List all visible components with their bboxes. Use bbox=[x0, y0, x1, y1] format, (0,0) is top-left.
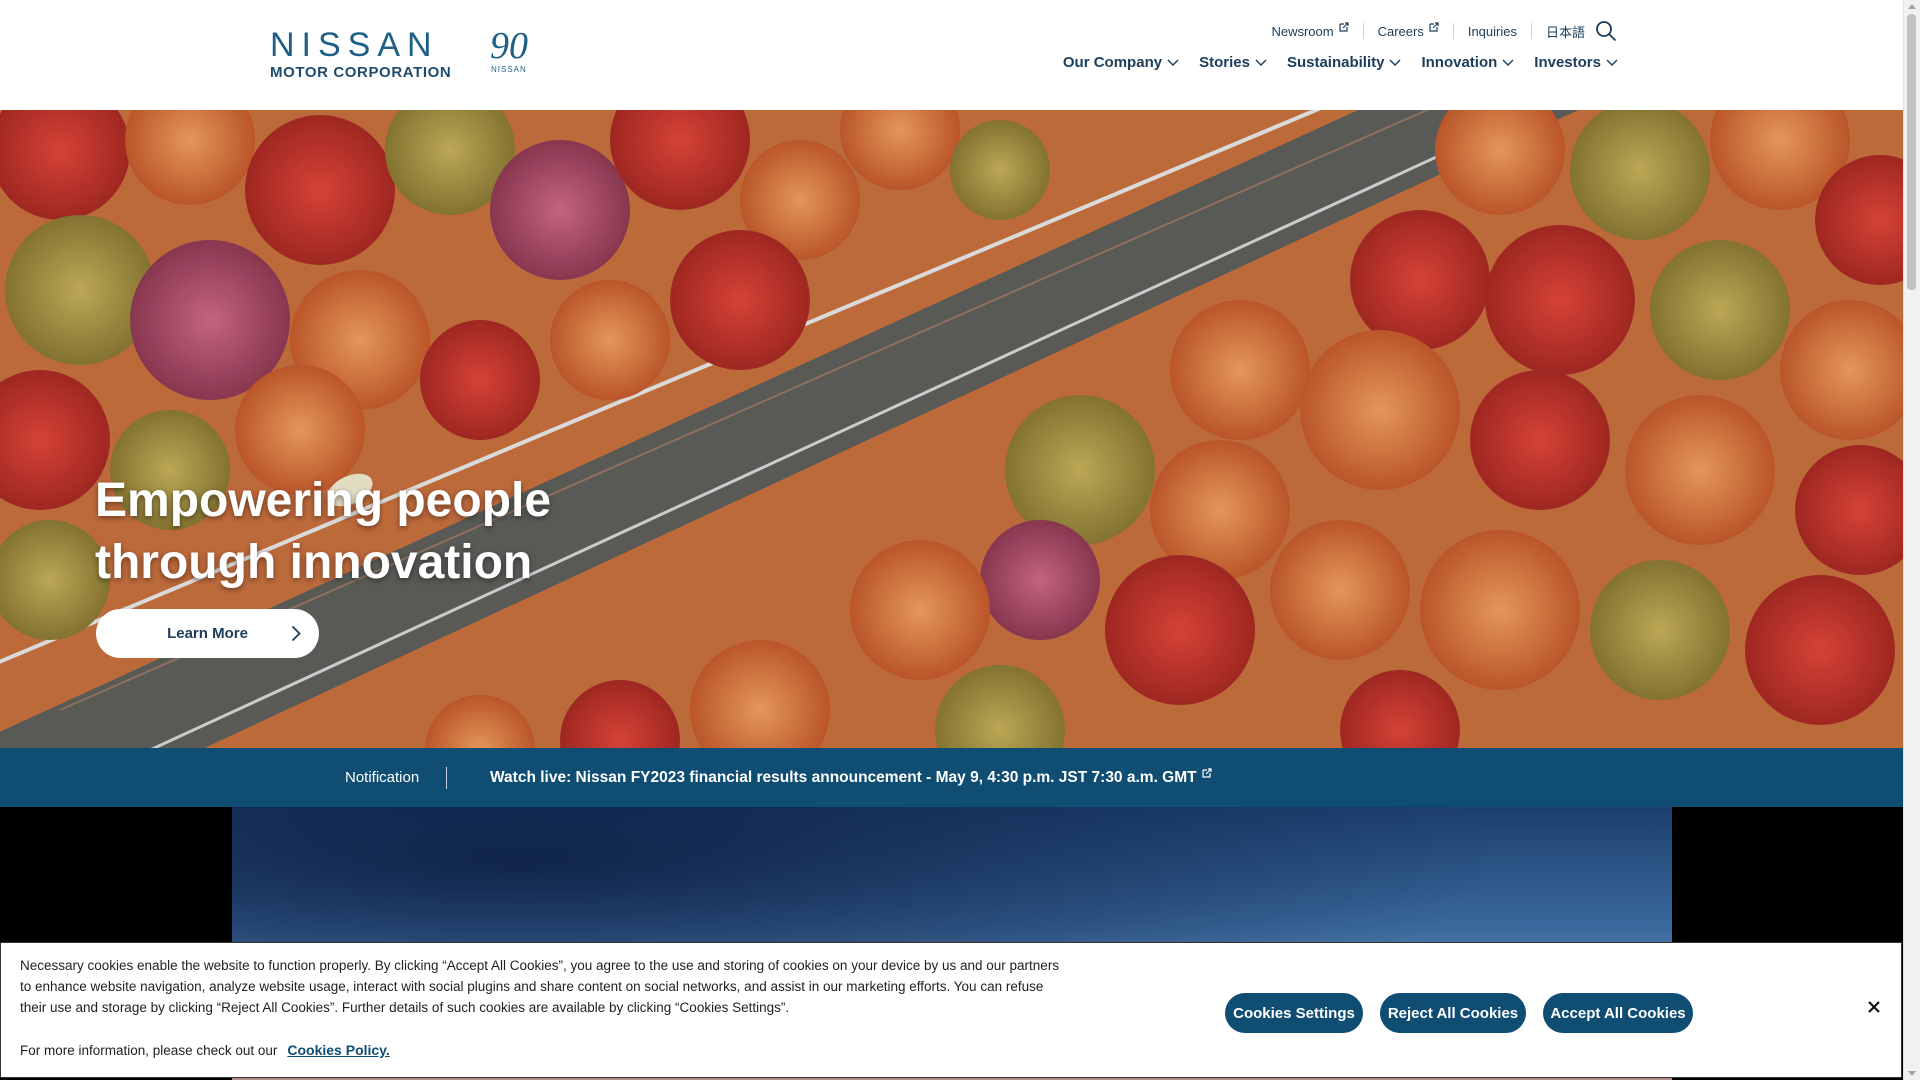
scroll-up-arrow[interactable] bbox=[1908, 4, 1916, 9]
nav-label-stories: Stories bbox=[1199, 54, 1250, 71]
nav-label-innovation: Innovation bbox=[1421, 54, 1498, 71]
notification-text: Watch live: Nissan FY2023 financial resu… bbox=[490, 768, 1197, 786]
hero-title-line-2: through innovation bbox=[95, 536, 533, 589]
notification-label: Notification bbox=[345, 769, 420, 786]
utility-label-newsroom: Newsroom bbox=[1271, 23, 1334, 39]
utility-nav: Newsroom Careers Inquiries 日本語 bbox=[1257, 20, 1617, 42]
utility-label-inquiries: Inquiries bbox=[1467, 23, 1517, 39]
nav-item-our-company[interactable]: Our Company bbox=[1063, 54, 1179, 71]
external-link-icon bbox=[1429, 22, 1439, 32]
utility-item-careers[interactable]: Careers bbox=[1364, 22, 1454, 39]
cookies-settings-button[interactable]: Cookies Settings bbox=[1225, 993, 1363, 1033]
nav-item-sustainability[interactable]: Sustainability bbox=[1287, 54, 1402, 71]
cookies-policy-link[interactable]: Cookies Policy. bbox=[287, 1042, 389, 1058]
main-nav: Our Company Stories Sustainability Innov… bbox=[1043, 54, 1618, 71]
hero-banner: Empowering people through innovation Lea… bbox=[0, 110, 1904, 748]
scroll-down-arrow[interactable] bbox=[1908, 1071, 1916, 1076]
nav-label-investors: Investors bbox=[1534, 54, 1601, 71]
anniversary-90-logo[interactable]: 90 NISSAN bbox=[490, 24, 534, 78]
nissan-logo[interactable]: NISSAN MOTOR CORPORATION bbox=[270, 26, 452, 81]
logo-subtitle: MOTOR CORPORATION bbox=[270, 64, 452, 81]
chevron-down-icon bbox=[1502, 59, 1514, 66]
logo-wordmark: NISSAN bbox=[270, 26, 439, 64]
notification-link[interactable]: Watch live: Nissan FY2023 financial resu… bbox=[490, 767, 1212, 787]
utility-item-newsroom[interactable]: Newsroom bbox=[1257, 22, 1364, 39]
notification-divider bbox=[446, 767, 447, 789]
close-icon[interactable] bbox=[1867, 1000, 1881, 1014]
external-link-icon bbox=[1202, 767, 1212, 778]
cookie-description: Necessary cookies enable the website to … bbox=[20, 958, 1060, 1015]
cookie-banner: Necessary cookies enable the website to … bbox=[0, 942, 1902, 1078]
hero-title: Empowering people through innovation bbox=[95, 470, 615, 594]
nav-label-sustainability: Sustainability bbox=[1286, 54, 1385, 71]
external-link-icon bbox=[1338, 22, 1349, 32]
utility-item-japanese[interactable]: 日本語 bbox=[1532, 23, 1593, 40]
svg-text:90: 90 bbox=[490, 25, 528, 67]
cookie-more-info-text: For more information, please check out o… bbox=[20, 1042, 278, 1058]
nav-item-investors[interactable]: Investors bbox=[1534, 54, 1618, 71]
chevron-right-icon bbox=[291, 625, 301, 642]
chevron-down-icon bbox=[1167, 59, 1179, 66]
chevron-down-icon bbox=[1389, 59, 1401, 66]
nav-label-our-company: Our Company bbox=[1062, 54, 1163, 71]
chevron-down-icon bbox=[1255, 59, 1267, 66]
accept-all-cookies-button[interactable]: Accept All Cookies bbox=[1543, 993, 1693, 1033]
learn-more-label: Learn More bbox=[167, 625, 248, 642]
site-header: NISSAN MOTOR CORPORATION 90 NISSAN Newsr… bbox=[0, 0, 1904, 110]
nav-item-stories[interactable]: Stories bbox=[1199, 54, 1267, 71]
anniversary-badge-text: NISSAN bbox=[491, 65, 527, 74]
reject-all-cookies-button[interactable]: Reject All Cookies bbox=[1380, 993, 1526, 1033]
notification-bar: Notification Watch live: Nissan FY2023 f… bbox=[0, 748, 1904, 807]
utility-item-inquiries[interactable]: Inquiries bbox=[1454, 23, 1532, 39]
utility-label-japanese: 日本語 bbox=[1545, 24, 1585, 40]
nav-item-innovation[interactable]: Innovation bbox=[1421, 54, 1514, 71]
utility-label-careers: Careers bbox=[1377, 23, 1424, 39]
scrollbar-thumb[interactable] bbox=[1907, 14, 1916, 290]
hero-title-line-1: Empowering people bbox=[95, 474, 552, 527]
learn-more-button[interactable]: Learn More bbox=[96, 609, 319, 658]
cookie-more-info: For more information, please check out o… bbox=[20, 1042, 390, 1058]
chevron-down-icon bbox=[1606, 59, 1618, 66]
vertical-scrollbar[interactable] bbox=[1903, 0, 1920, 1080]
search-icon[interactable] bbox=[1595, 20, 1617, 42]
